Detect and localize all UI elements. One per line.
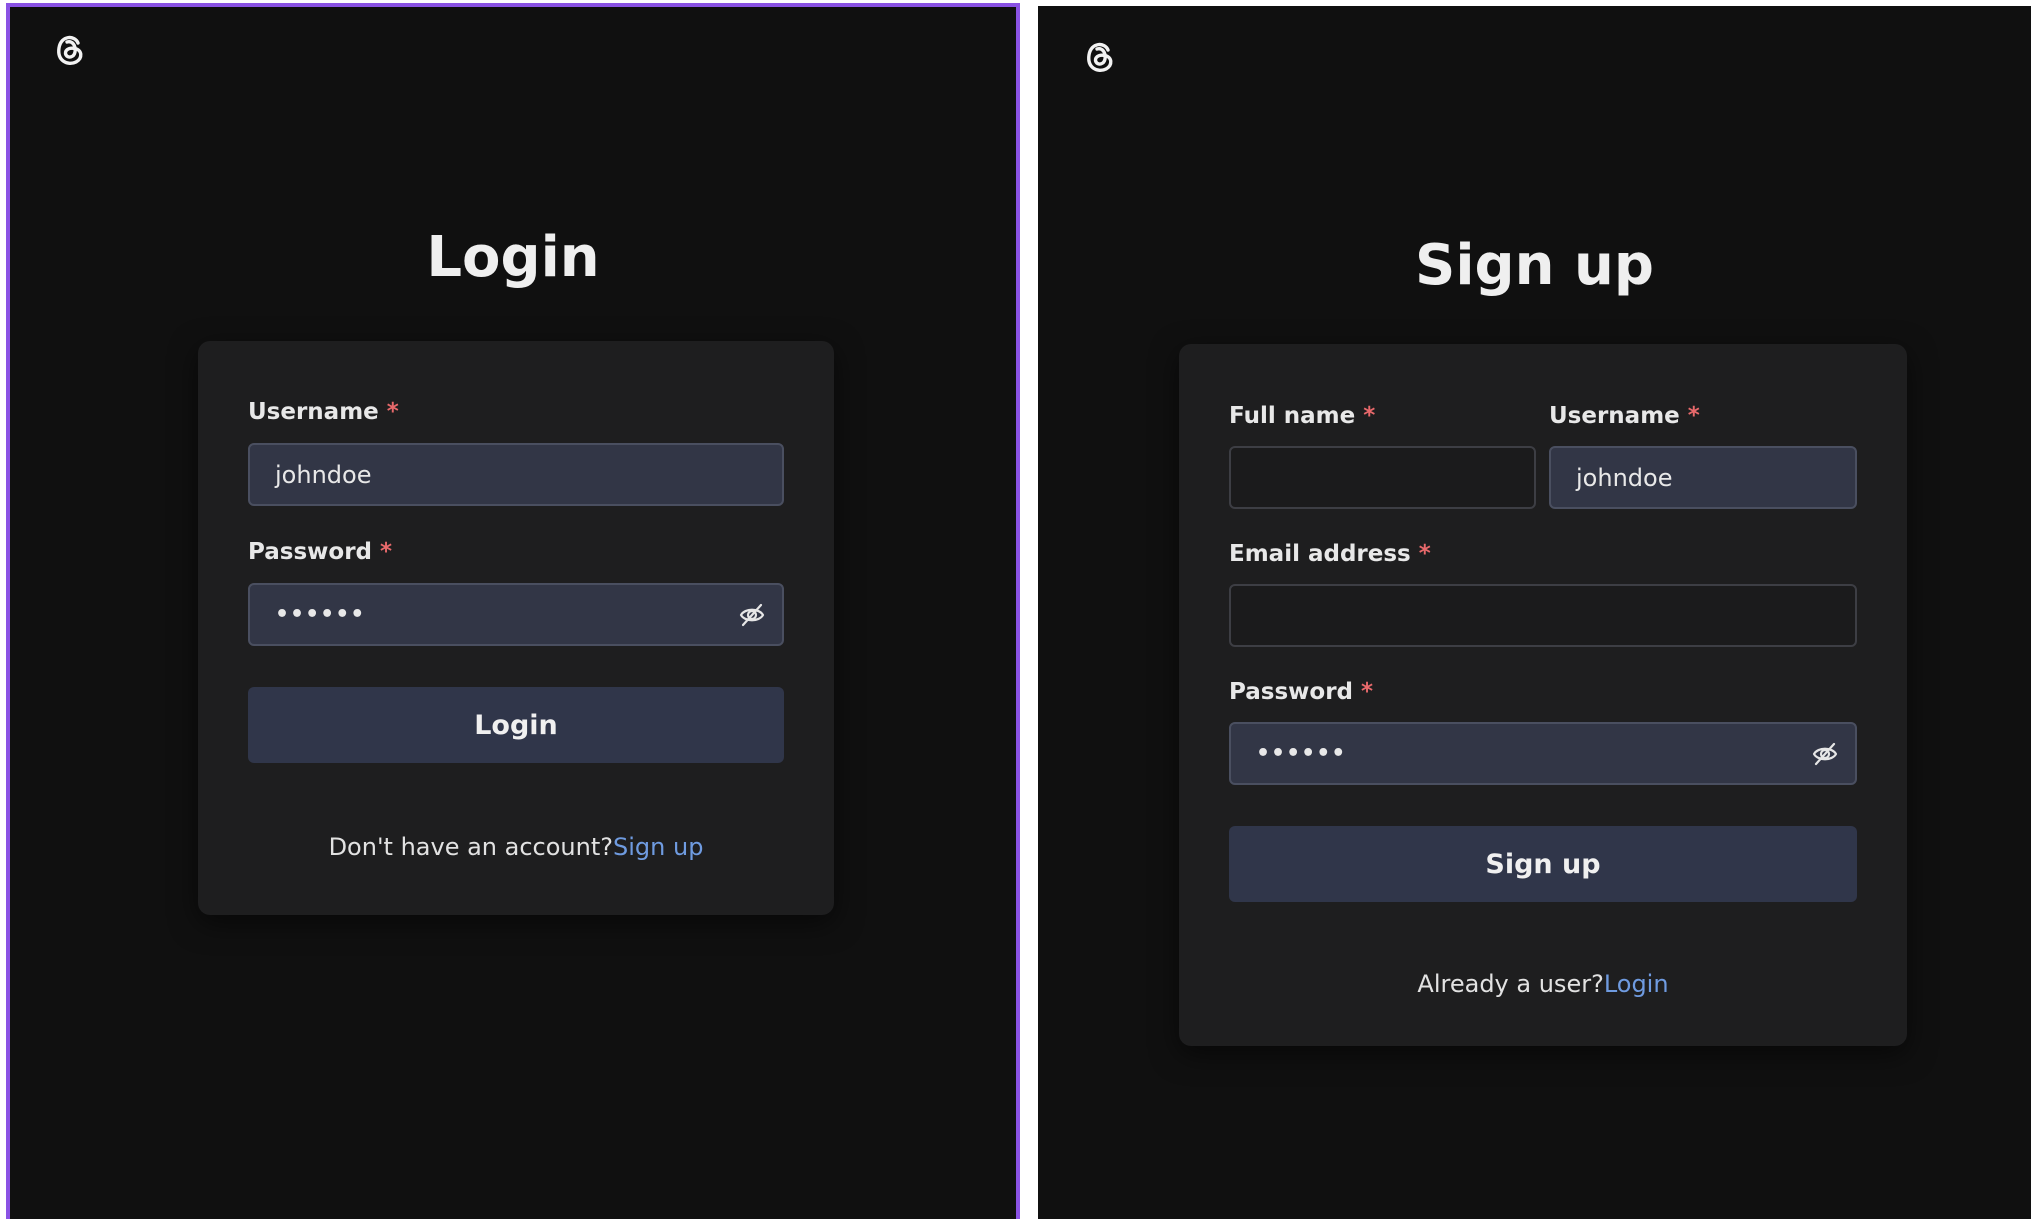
required-asterisk: * [1418, 541, 1431, 567]
fullname-input[interactable] [1229, 446, 1536, 509]
threads-logo-icon[interactable] [1080, 37, 1120, 77]
threads-logo-icon[interactable] [50, 30, 90, 70]
login-panel: Login Username * johndoe Password * ••••••… [6, 3, 1020, 1219]
password-label: Password * [248, 539, 393, 565]
password-input[interactable]: •••••• [248, 583, 784, 646]
login-prompt: Already a user?Login [1417, 970, 1669, 998]
login-form-card: Username * johndoe Password * •••••• Login… [198, 341, 834, 915]
signup-panel: Sign up Full name * Username * johndoe Ema… [1038, 6, 2031, 1219]
required-asterisk: * [1363, 403, 1376, 429]
username-label: Username * [1549, 403, 1700, 429]
username-input[interactable]: johndoe [1549, 446, 1857, 509]
email-label: Email address * [1229, 541, 1431, 567]
password-label: Password * [1229, 679, 1374, 705]
page-title: Login [426, 225, 600, 290]
signup-button[interactable]: Sign up [1229, 826, 1857, 902]
login-link[interactable]: Login [1604, 970, 1669, 998]
password-input[interactable]: •••••• [1229, 722, 1857, 785]
username-label: Username * [248, 399, 399, 425]
required-asterisk: * [380, 539, 393, 565]
signup-form-card: Full name * Username * johndoe Email addre… [1179, 344, 1907, 1046]
username-input[interactable]: johndoe [248, 443, 784, 506]
signup-link[interactable]: Sign up [613, 833, 703, 861]
required-asterisk: * [1361, 679, 1374, 705]
login-button[interactable]: Login [248, 687, 784, 763]
email-input[interactable] [1229, 584, 1857, 647]
required-asterisk: * [1687, 403, 1700, 429]
eye-slash-icon[interactable] [1811, 740, 1839, 768]
signup-prompt: Don't have an account?Sign up [328, 833, 704, 861]
eye-slash-icon[interactable] [738, 601, 766, 629]
required-asterisk: * [386, 399, 399, 425]
fullname-label: Full name * [1229, 403, 1376, 429]
page-title: Sign up [1415, 233, 1654, 298]
